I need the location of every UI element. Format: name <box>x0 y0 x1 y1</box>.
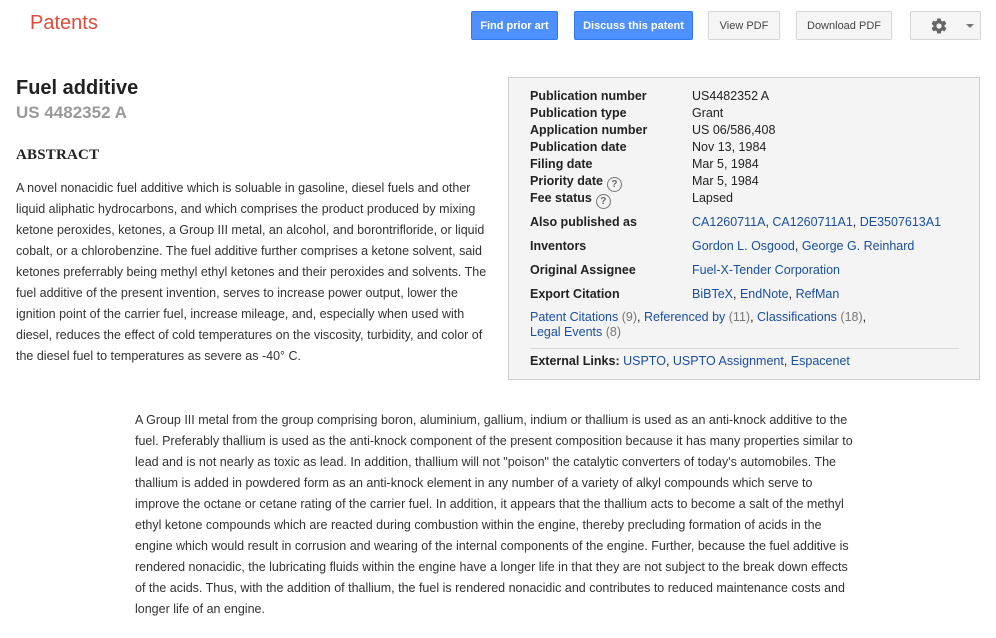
meta-value: Gordon L. Osgood, George G. Reinhard <box>692 239 915 253</box>
meta-value: Lapsed <box>692 191 734 205</box>
meta-label: Original Assignee <box>530 263 636 277</box>
meta-label: Inventors <box>530 239 587 253</box>
meta-label: Application number <box>530 123 648 137</box>
help-icon[interactable]: ? <box>595 194 611 209</box>
find-prior-art-button[interactable]: Find prior art <box>471 11 558 40</box>
export-bibtex-link[interactable]: BiBTeX <box>692 287 733 301</box>
also-published-link[interactable]: CA1260711A1 <box>772 215 852 229</box>
meta-value: Nov 13, 1984 <box>692 140 767 154</box>
meta-label: Fee status? <box>530 190 611 209</box>
export-endnote-link[interactable]: EndNote <box>740 287 789 301</box>
patents-logo[interactable]: Patents <box>30 12 98 35</box>
meta-label: Also published as <box>530 215 637 229</box>
patent-title: Fuel additive <box>16 77 139 99</box>
section-links: Patent Citations (9), Referenced by (11)… <box>530 310 867 339</box>
meta-value: US 06/586,408 <box>692 123 776 137</box>
patent-citations-link[interactable]: Patent Citations <box>530 310 618 324</box>
inventor-link[interactable]: Gordon L. Osgood <box>692 239 795 253</box>
external-links: External Links: USPTO, USPTO Assignment,… <box>530 354 850 368</box>
abstract-text: A novel nonacidic fuel additive which is… <box>16 181 487 363</box>
espacenet-link[interactable]: Espacenet <box>791 354 850 368</box>
meta-label: Publication date <box>530 140 627 154</box>
patent-metadata-panel: Publication number US4482352 A Publicati… <box>508 77 980 380</box>
external-links-label: External Links: <box>530 354 620 368</box>
uspto-link[interactable]: USPTO <box>623 354 666 368</box>
legal-events-link[interactable]: Legal Events <box>530 325 602 339</box>
download-pdf-button[interactable]: Download PDF <box>796 11 892 40</box>
chevron-down-icon <box>966 24 974 28</box>
meta-value: US4482352 A <box>692 89 770 103</box>
meta-label: Publication type <box>530 106 627 120</box>
count: (8) <box>605 325 622 339</box>
also-published-link[interactable]: CA1260711A <box>692 215 765 229</box>
meta-value: Grant <box>692 106 724 120</box>
inventor-link[interactable]: George G. Reinhard <box>802 239 915 253</box>
meta-value: Fuel-X-Tender Corporation <box>692 262 840 279</box>
patent-number: US 4482352 A <box>16 103 127 122</box>
meta-value: BiBTeX, EndNote, RefMan <box>692 287 840 301</box>
meta-value: Mar 5, 1984 <box>692 174 759 188</box>
classifications-link[interactable]: Classifications <box>757 310 837 324</box>
count: (11) <box>728 310 751 324</box>
export-refman-link[interactable]: RefMan <box>796 287 840 301</box>
discuss-patent-button[interactable]: Discuss this patent <box>574 11 693 40</box>
settings-menu-button[interactable] <box>910 11 981 40</box>
meta-label: Export Citation <box>530 287 620 301</box>
view-pdf-button[interactable]: View PDF <box>708 11 780 40</box>
meta-value: Mar 5, 1984 <box>692 157 759 171</box>
also-published-link[interactable]: DE3507613A1 <box>860 215 941 229</box>
abstract-heading: ABSTRACT <box>16 147 100 163</box>
assignee-link[interactable]: Fuel-X-Tender Corporation <box>692 263 840 277</box>
meta-label: Filing date <box>530 157 593 171</box>
meta-value: CA1260711A, CA1260711A1, DE3507613A1 <box>692 215 942 229</box>
meta-label: Publication number <box>530 89 647 103</box>
uspto-assignment-link[interactable]: USPTO Assignment <box>673 354 784 368</box>
gear-icon <box>931 17 947 34</box>
count: (18) <box>840 310 863 324</box>
count: (9) <box>621 310 638 324</box>
referenced-by-link[interactable]: Referenced by <box>644 310 725 324</box>
divider <box>530 348 959 349</box>
description-paragraph: A Group III metal from the group compris… <box>135 413 853 616</box>
